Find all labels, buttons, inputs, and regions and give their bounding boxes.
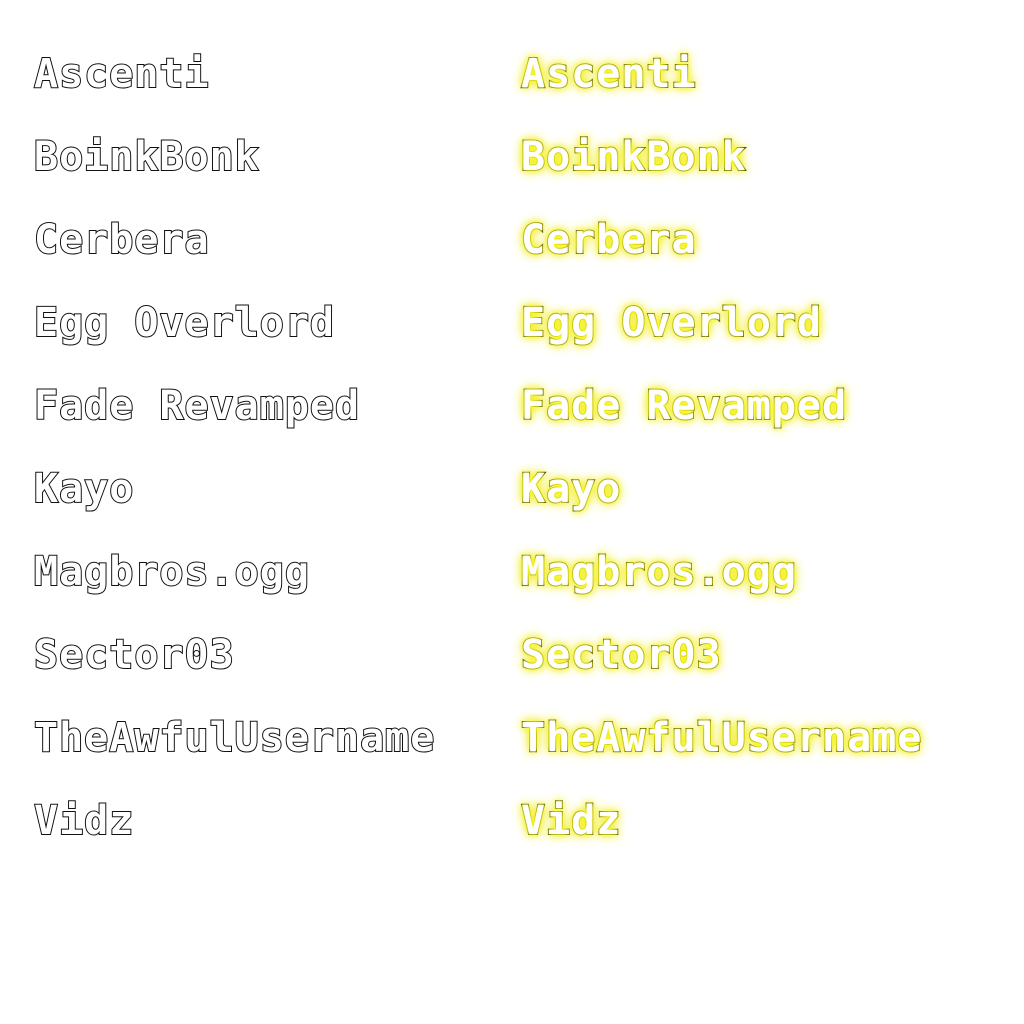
glowing-name: Vidz [520, 797, 622, 845]
glowing-name-list: Ascenti BoinkBonk Cerbera Egg Overlord F… [520, 33, 923, 863]
glowing-name: Egg Overlord [520, 299, 822, 347]
plain-name: Kayo [33, 465, 135, 513]
plain-name: Magbros.ogg [33, 548, 310, 596]
plain-name-list: Ascenti BoinkBonk Cerbera Egg Overlord F… [33, 33, 436, 863]
glowing-name: Magbros.ogg [520, 548, 797, 596]
plain-name: Sector03 [33, 631, 235, 679]
glowing-name: BoinkBonk [520, 133, 747, 181]
glowing-name: Sector03 [520, 631, 722, 679]
plain-name: BoinkBonk [33, 133, 260, 181]
plain-name: TheAwfulUsername [33, 714, 436, 762]
glowing-name: Kayo [520, 465, 622, 513]
plain-name: Fade Revamped [33, 382, 361, 430]
name-sample-sheet: Ascenti BoinkBonk Cerbera Egg Overlord F… [0, 0, 1024, 1024]
glowing-name: Ascenti [520, 50, 697, 98]
glowing-name: Cerbera [520, 216, 697, 264]
plain-name: Ascenti [33, 50, 210, 98]
plain-name: Cerbera [33, 216, 210, 264]
glowing-name: Fade Revamped [520, 382, 848, 430]
plain-name: Egg Overlord [33, 299, 335, 347]
glowing-name: TheAwfulUsername [520, 714, 923, 762]
plain-name: Vidz [33, 797, 135, 845]
